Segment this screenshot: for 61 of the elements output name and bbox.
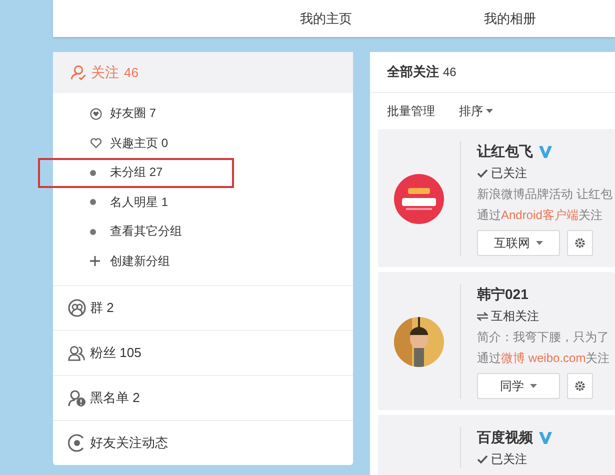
group-item[interactable]: 创建新分组 bbox=[53, 246, 353, 276]
relation-label: 已关注 bbox=[491, 451, 527, 468]
person-icon bbox=[70, 64, 87, 81]
bullet-icon bbox=[90, 170, 96, 176]
sidebar-item[interactable]: 黑名单 2 bbox=[53, 375, 353, 420]
user-name[interactable]: 让红包飞 bbox=[477, 143, 533, 161]
swap-arrows-icon bbox=[477, 312, 488, 321]
user-bio: 新浪微博品牌活动 让红包 bbox=[477, 186, 612, 203]
source-text: 关注 bbox=[578, 208, 602, 222]
group-item[interactable]: 好友圈 7 bbox=[53, 99, 353, 128]
user-name[interactable]: 韩宁021 bbox=[477, 286, 528, 304]
toolbar-link[interactable]: 批量管理 bbox=[387, 102, 435, 120]
source-text: 通过 bbox=[477, 351, 501, 365]
group-label: 好友圈 7 bbox=[110, 105, 156, 122]
person-alert-icon bbox=[68, 389, 86, 407]
nav-link[interactable]: 我的主页 bbox=[300, 10, 352, 28]
nav-link[interactable]: 我的相册 bbox=[484, 10, 536, 28]
sidebar-label: 黑名单 2 bbox=[90, 389, 140, 407]
people-icon bbox=[68, 344, 86, 362]
relation-label: 已关注 bbox=[491, 165, 527, 182]
group-dropdown[interactable]: 互联网 bbox=[477, 230, 560, 256]
follow-count: 46 bbox=[443, 65, 456, 79]
sidebar-item[interactable]: 群 2 bbox=[53, 285, 353, 330]
settings-button[interactable] bbox=[567, 373, 593, 399]
group-item[interactable]: 未分组 27 bbox=[53, 158, 353, 188]
group-item[interactable]: 名人明星 1 bbox=[53, 188, 353, 217]
caret-icon bbox=[486, 109, 493, 113]
source-text: 通过 bbox=[477, 208, 501, 222]
group-item[interactable]: 兴趣主页 0 bbox=[53, 128, 353, 158]
user-bio: 简介：我弯下腰，只为了 bbox=[477, 329, 610, 346]
bullet-icon bbox=[90, 199, 96, 206]
panel-title: 全部关注 bbox=[387, 63, 439, 81]
group-item[interactable]: 查看其它分组 bbox=[53, 217, 353, 246]
plus-icon bbox=[90, 256, 100, 266]
heart-icon bbox=[90, 137, 102, 150]
check-icon bbox=[477, 455, 488, 464]
heart-circle-icon bbox=[90, 108, 102, 120]
caret-icon bbox=[530, 384, 537, 388]
user-name[interactable]: 百度视频 bbox=[477, 429, 533, 447]
group-label: 查看其它分组 bbox=[110, 223, 182, 240]
sidebar-item[interactable]: 好友关注动态 bbox=[53, 420, 353, 465]
gear-icon bbox=[574, 237, 586, 249]
caret-icon bbox=[536, 241, 543, 245]
check-icon bbox=[477, 169, 488, 178]
toolbar-link[interactable]: 排序 bbox=[459, 102, 493, 120]
gear-icon bbox=[574, 380, 586, 392]
group-label: 未分组 27 bbox=[110, 164, 163, 182]
group-dropdown[interactable]: 同学 bbox=[477, 373, 560, 399]
sidebar-label: 群 2 bbox=[90, 299, 114, 317]
group-icon bbox=[68, 299, 86, 317]
bullet-icon bbox=[90, 228, 96, 235]
group-label: 创建新分组 bbox=[110, 252, 170, 270]
source-text: 关注 bbox=[586, 351, 610, 365]
sidebar-item[interactable]: 粉丝 105 bbox=[53, 330, 353, 375]
group-label: 兴趣主页 0 bbox=[110, 134, 168, 152]
target-icon bbox=[68, 434, 86, 452]
sidebar-label: 好友关注动态 bbox=[90, 434, 168, 452]
sidebar-label: 粉丝 105 bbox=[90, 344, 142, 362]
relation-label: 互相关注 bbox=[491, 308, 539, 325]
group-label: 名人明星 1 bbox=[110, 194, 168, 211]
settings-button[interactable] bbox=[567, 230, 593, 256]
